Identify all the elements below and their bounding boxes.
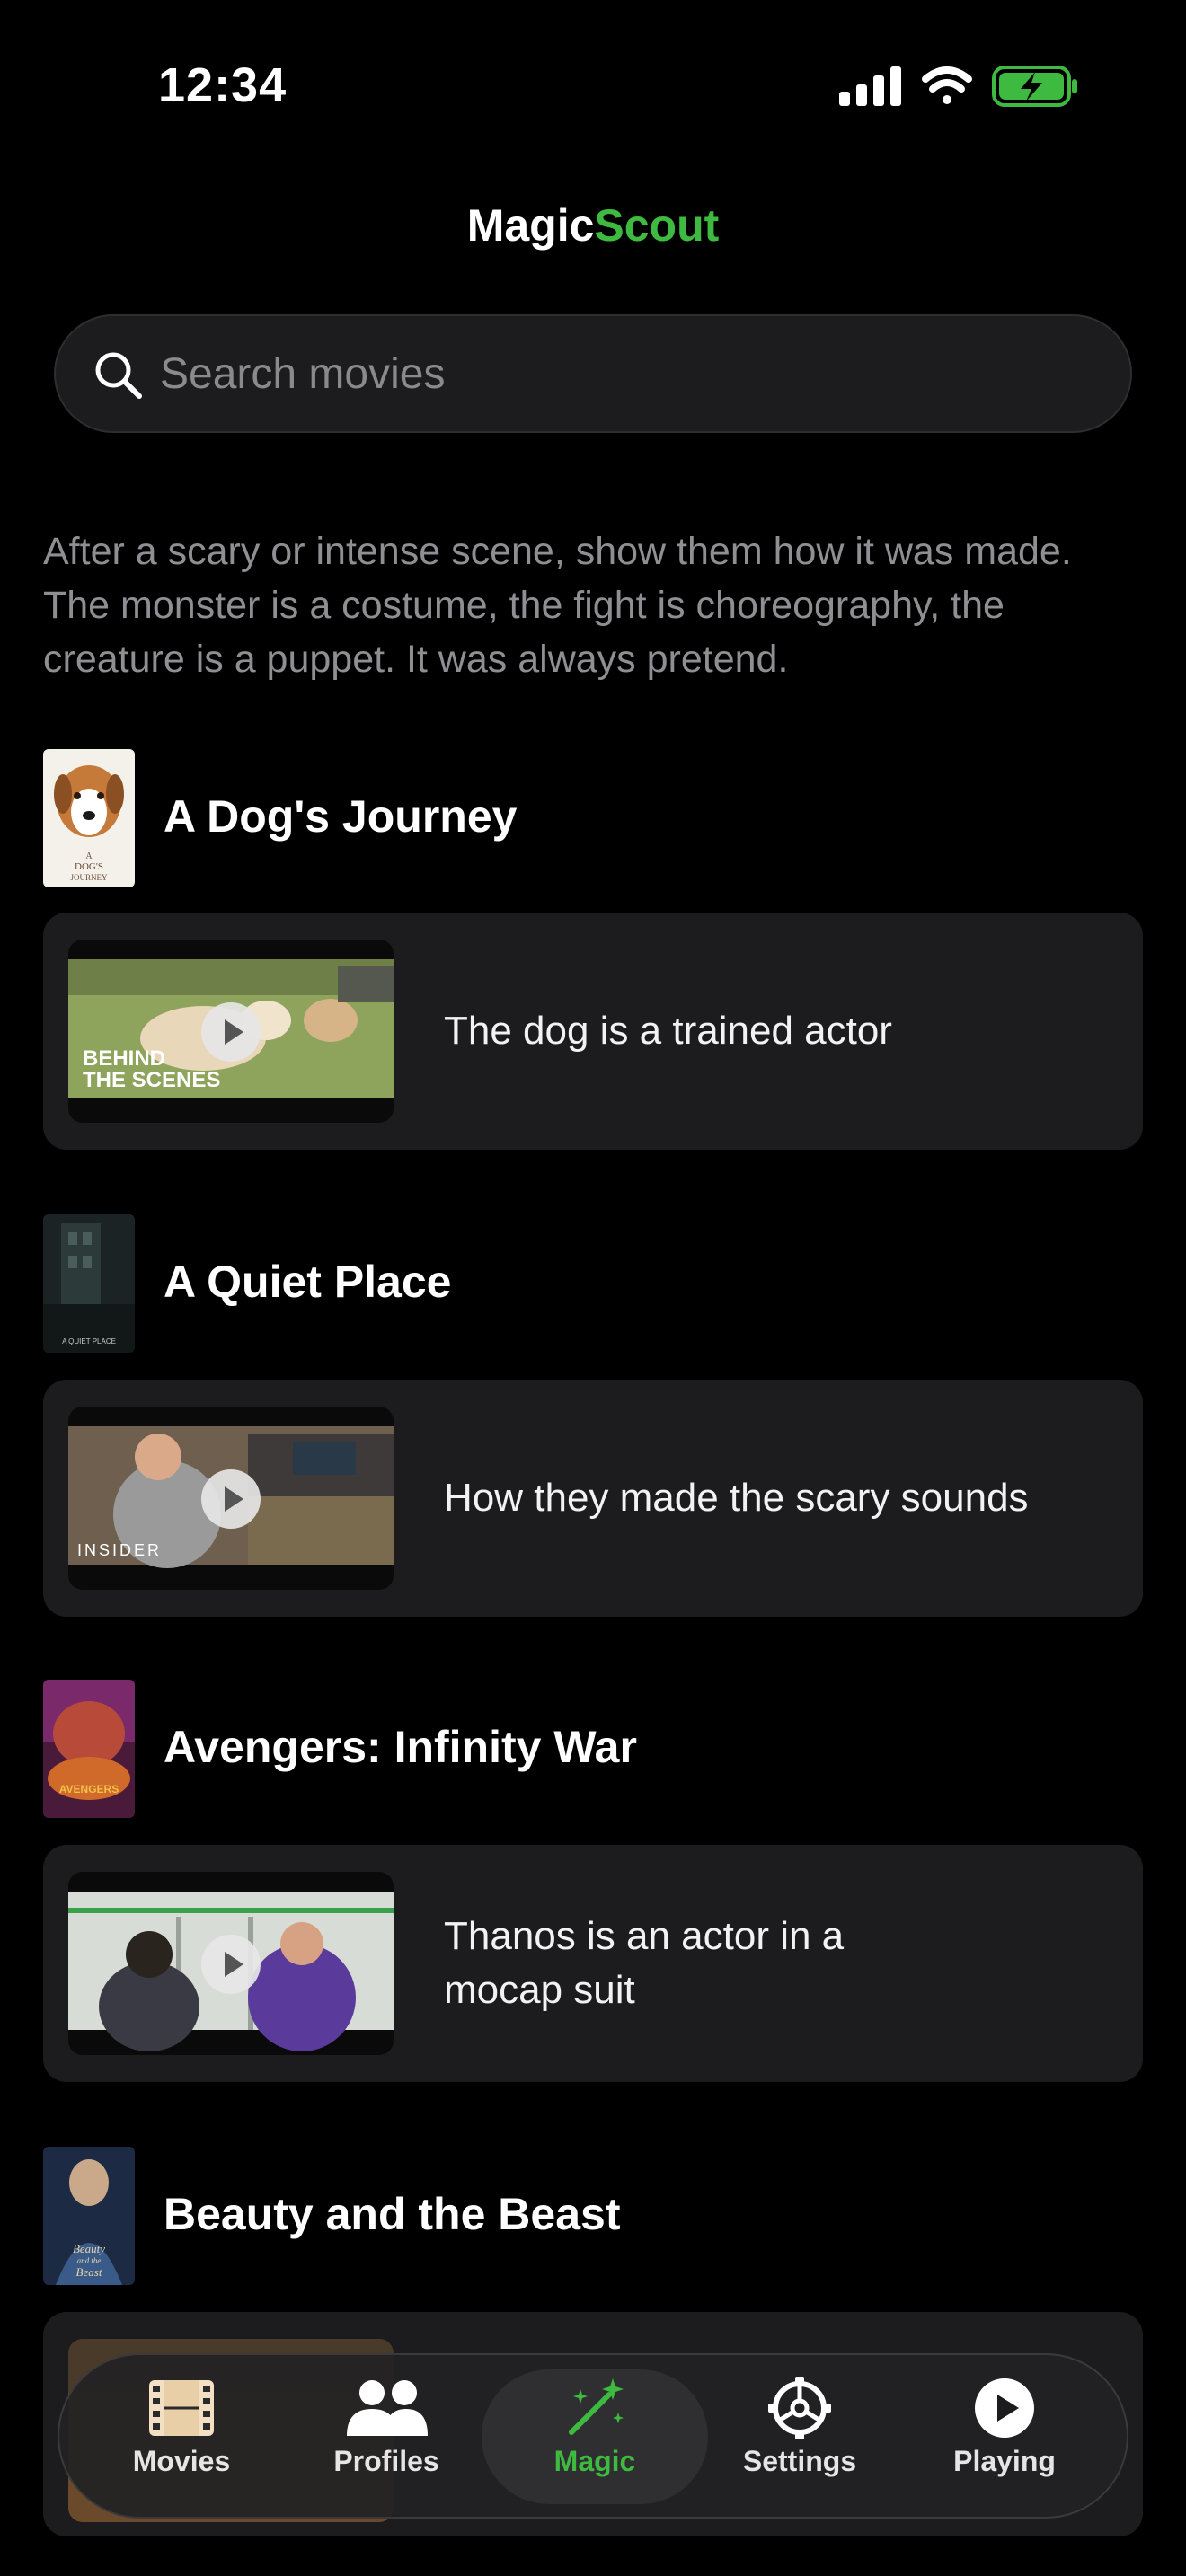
magic-wand-icon <box>569 2378 624 2435</box>
tab-bar: Movies Profiles Magic Settings Playing <box>58 2353 1128 2519</box>
svg-text:BEHIND: BEHIND <box>83 1046 165 1071</box>
tab-label: Movies <box>132 2445 231 2477</box>
clip-thumbnail: INSIDER <box>68 1407 394 1590</box>
signal-icon <box>839 66 901 106</box>
clip-card[interactable]: Thanos is an actor in a mocap suit <box>43 1845 1143 2082</box>
movie-poster-beauty-beast[interactable]: Beauty and the Beast <box>43 2147 135 2285</box>
gear-icon <box>768 2377 831 2439</box>
svg-text:DOG'S: DOG'S <box>75 861 103 872</box>
tab-label: Magic <box>553 2445 636 2477</box>
tab-label: Settings <box>742 2445 857 2477</box>
app-title: MagicScout <box>0 199 1186 251</box>
battery-icon <box>992 66 1077 107</box>
wifi-icon <box>922 66 972 104</box>
tab-label: Playing <box>953 2445 1056 2477</box>
tab-settings[interactable]: Settings <box>710 2377 890 2502</box>
svg-text:and the: and the <box>77 2256 102 2265</box>
movie-poster-quiet-place[interactable]: A QUIET PLACE <box>43 1214 135 1353</box>
tab-playing[interactable]: Playing <box>915 2377 1094 2502</box>
clip-card[interactable]: BEHIND THE SCENES The dog is a trained a… <box>43 913 1143 1150</box>
play-icon[interactable] <box>201 1935 261 1994</box>
clip-label-line: Thanos is an actor in a <box>444 1914 845 1958</box>
svg-text:AVENGERS: AVENGERS <box>59 1783 119 1795</box>
movie-title[interactable]: Avengers: Infinity War <box>164 1721 637 1773</box>
app-title-accent: Scout <box>594 200 720 251</box>
movie-title[interactable]: A Quiet Place <box>164 1256 451 1308</box>
clip-label: Thanos is an actor in a mocap suit <box>444 1910 844 2017</box>
svg-text:INSIDER: INSIDER <box>77 1541 162 1559</box>
app-title-main: Magic <box>466 200 595 251</box>
intro-text: After a scary or intense scene, show the… <box>43 530 1072 681</box>
tab-magic[interactable]: Magic <box>505 2377 685 2502</box>
clip-label: The dog is a trained actor <box>444 1009 892 1053</box>
play-icon[interactable] <box>201 1469 261 1529</box>
svg-text:A: A <box>85 851 93 861</box>
tab-profiles[interactable]: Profiles <box>296 2377 476 2502</box>
search-bar[interactable] <box>54 314 1132 433</box>
search-input[interactable] <box>160 316 1094 431</box>
search-icon <box>92 348 146 402</box>
clip-thumbnail <box>68 1872 394 2055</box>
status-time: 12:34 <box>158 58 288 112</box>
movie-poster-avengers[interactable]: AVENGERS <box>43 1680 135 1818</box>
play-icon[interactable] <box>201 1002 261 1062</box>
clip-card[interactable]: INSIDER How they made the scary sounds <box>43 1380 1143 1617</box>
svg-text:A QUIET PLACE: A QUIET PLACE <box>62 1337 116 1345</box>
svg-text:THE SCENES: THE SCENES <box>83 1068 220 1092</box>
people-icon <box>347 2380 428 2436</box>
status-icons <box>839 65 1078 108</box>
tab-label: Profiles <box>333 2445 439 2477</box>
clip-thumbnail: BEHIND THE SCENES <box>68 940 394 1123</box>
movie-title[interactable]: A Dog's Journey <box>164 790 517 842</box>
movie-poster-dogs-journey[interactable]: A DOG'S JOURNEY <box>43 749 135 887</box>
svg-text:Beauty: Beauty <box>73 2242 105 2255</box>
movie-title[interactable]: Beauty and the Beast <box>164 2188 620 2240</box>
play-circle-icon <box>975 2378 1034 2438</box>
svg-text:Beast: Beast <box>76 2265 102 2279</box>
svg-text:JOURNEY: JOURNEY <box>70 873 108 882</box>
clip-label: How they made the scary sounds <box>444 1476 1029 1520</box>
clip-label-line: mocap suit <box>444 1968 635 2012</box>
tab-movies[interactable]: Movies <box>92 2377 271 2502</box>
film-icon <box>149 2380 214 2436</box>
